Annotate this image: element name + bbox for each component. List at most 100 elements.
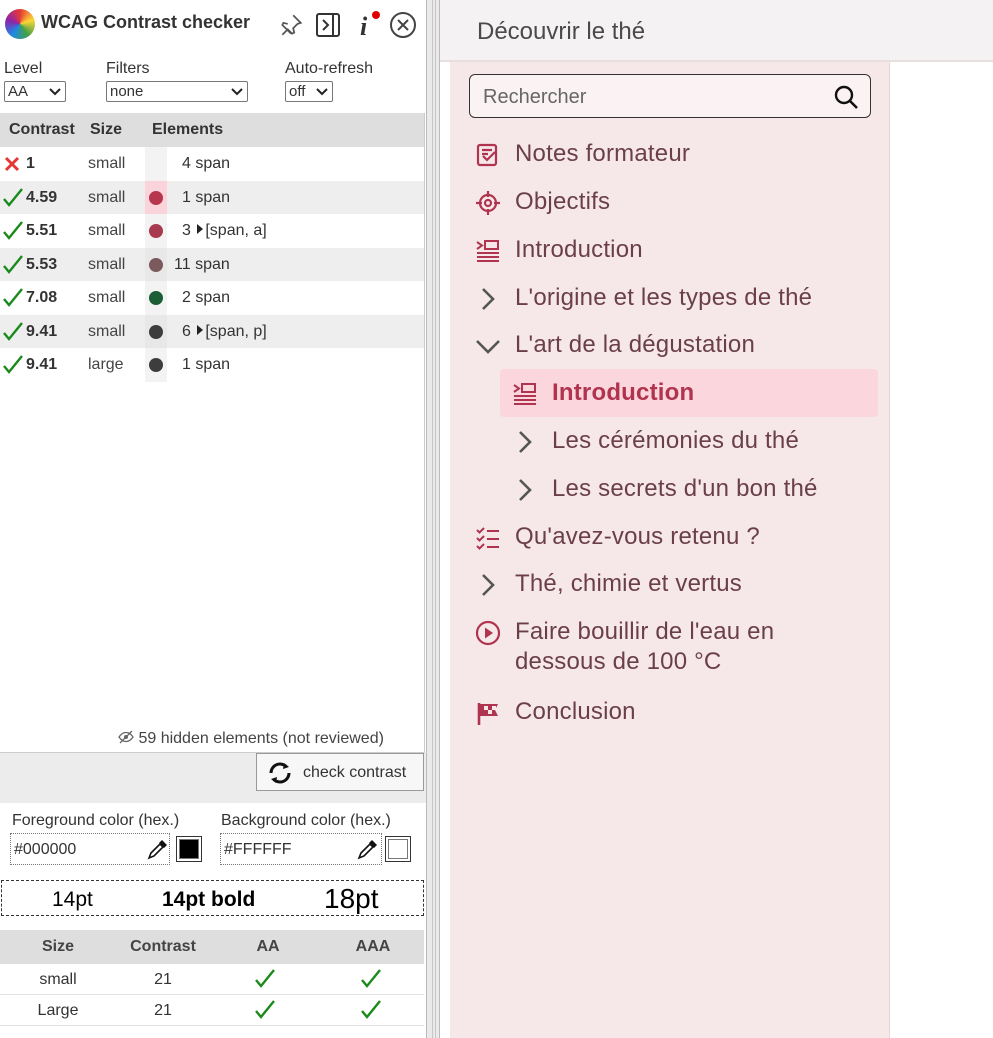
result-row[interactable]: 7.08 small 2 span (0, 281, 424, 315)
pane-splitter[interactable] (426, 0, 440, 1038)
search-placeholder: Rechercher (483, 86, 587, 108)
check-icon (3, 187, 23, 207)
expand-triangle-icon[interactable] (197, 224, 204, 234)
result-row[interactable]: 5.51 small 3 [span, a] (0, 214, 424, 248)
color-dot (149, 324, 163, 339)
chevron-down-icon (316, 88, 328, 96)
element-types: [span, p] (205, 322, 267, 340)
nav-item-label: Notes formateur (515, 140, 691, 167)
col-size[interactable]: Size (90, 121, 122, 139)
expand-triangle-icon[interactable] (197, 324, 204, 335)
flag-icon (475, 700, 501, 726)
autorefresh-value: off (289, 83, 306, 100)
color-swatch-cell (145, 348, 167, 382)
check-contrast-button[interactable]: check contrast (256, 753, 424, 791)
nav-item-label: Les cérémonies du thé (552, 427, 800, 454)
size-value: small (88, 222, 126, 239)
size-value: small (88, 322, 126, 340)
compliance-size: small (39, 971, 77, 988)
contrast-value: 9.41 (26, 322, 58, 340)
nav-item-label: Faire bouillir de l'eau en dessous de 100… (515, 618, 775, 675)
nav-item-label: Introduction (552, 379, 695, 406)
close-icon[interactable] (388, 10, 418, 40)
svg-text:i: i (360, 12, 368, 40)
compliance-rows: small 21 Large 21 (0, 964, 424, 1026)
autorefresh-select[interactable]: off (285, 81, 333, 102)
elements-cell: 4 span (182, 155, 230, 173)
foreground-value: #000000 (14, 841, 77, 858)
preview-18pt: 18pt (324, 883, 379, 914)
element-types: span (195, 188, 231, 206)
col-contrast[interactable]: Contrast (9, 121, 75, 139)
background-value: #FFFFFF (224, 841, 292, 858)
element-types: span (195, 255, 230, 273)
check-icon (3, 288, 23, 307)
target-icon (475, 190, 501, 216)
elements-cell[interactable]: 3 [span, a] (182, 222, 267, 240)
check-icon (3, 321, 23, 341)
pin-icon[interactable] (276, 10, 306, 40)
dock-panel-icon[interactable] (313, 10, 343, 40)
foreground-swatch (176, 836, 202, 862)
play-circle-icon (475, 620, 501, 646)
color-dot (149, 257, 163, 272)
chevron-down-icon (49, 88, 61, 96)
element-types: span (195, 289, 231, 306)
contrast-value: 4.59 (26, 188, 58, 206)
size-value: large (88, 356, 124, 373)
compliance-size: Large (37, 1002, 79, 1019)
elements-cell: 1 span (182, 356, 230, 374)
eye-slash-icon (118, 730, 134, 744)
notes-icon (475, 142, 501, 168)
result-row[interactable]: 9.41 small 6 [span, p] (0, 314, 424, 348)
level-select[interactable]: AA (4, 81, 66, 102)
foreground-swatch-fill (179, 839, 199, 859)
results-list: 1 small 4 span 4.59 small 1 span 5.51 small 3 [s… (0, 147, 424, 382)
result-row[interactable]: 5.53 small 11 span (0, 247, 424, 281)
result-row[interactable]: 4.59 small 1 span (0, 180, 424, 214)
element-count: 6 (182, 322, 191, 340)
check-icon (255, 1000, 275, 1019)
color-dot (149, 358, 163, 372)
search-icon[interactable] (832, 83, 860, 111)
eyedropper-icon[interactable] (145, 838, 169, 862)
element-count: 1 (182, 188, 191, 206)
filters-select[interactable]: none (106, 81, 248, 102)
check-icon (255, 969, 275, 988)
splitter-grip (432, 0, 433, 1038)
size-value: small (88, 255, 126, 273)
compliance-row: small 21 (0, 964, 424, 995)
cross-icon (4, 156, 20, 172)
col-elements[interactable]: Elements (152, 121, 223, 139)
size-value: small (88, 155, 126, 172)
eyedropper-icon[interactable] (355, 838, 379, 862)
compliance-contrast: 21 (154, 971, 172, 988)
chevron-down-icon (475, 333, 501, 359)
course-title: Découvrir le thé (477, 18, 646, 45)
nav-item-label: L'origine et les types de thé (515, 284, 813, 311)
chevron-right-icon (475, 286, 501, 312)
text-preview: 14pt 14pt bold 18pt (1, 880, 424, 916)
background-swatch (385, 836, 411, 862)
hidden-elements-note: 59 hidden elements (not reviewed) (118, 730, 384, 748)
result-row[interactable]: 1 small 4 span (0, 147, 424, 181)
element-types: [span, a] (205, 222, 267, 239)
contrast-value: 7.08 (26, 289, 58, 306)
search-input[interactable]: Rechercher (469, 74, 871, 118)
background-swatch-fill (388, 839, 408, 859)
check-icon (3, 355, 23, 374)
elements-cell: 1 span (182, 189, 230, 207)
level-value: AA (8, 83, 29, 100)
chevron-right-icon (512, 429, 538, 455)
result-row[interactable]: 9.41 large 1 span (0, 348, 424, 382)
course-header: Découvrir le thé (440, 0, 993, 62)
element-count: 2 (182, 289, 191, 306)
info-icon[interactable]: i (352, 10, 382, 40)
element-count: 3 (182, 222, 191, 239)
elements-cell[interactable]: 6 [span, p] (182, 323, 267, 341)
nav-item-label: Thé, chimie et vertus (515, 570, 742, 597)
checklist-icon (475, 525, 501, 551)
nav-item-label: Conclusion (515, 698, 636, 725)
element-count: 4 (182, 155, 191, 172)
check-icon (3, 254, 23, 274)
